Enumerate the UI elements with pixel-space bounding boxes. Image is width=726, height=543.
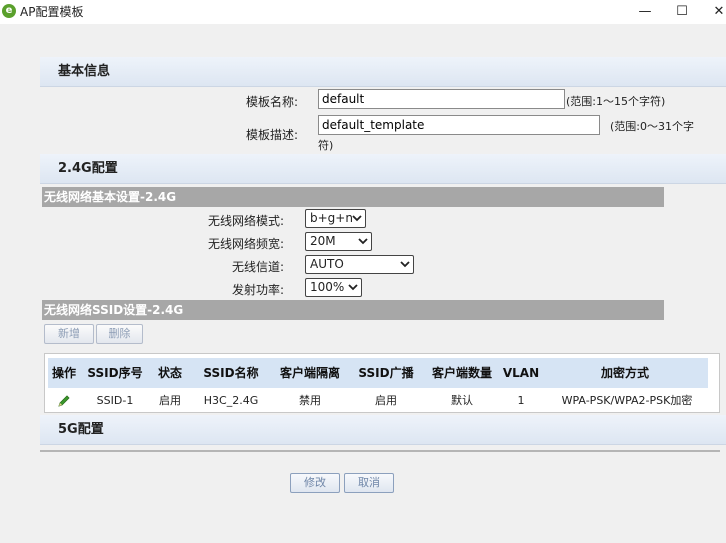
col-header-status: 状态 xyxy=(157,366,182,380)
cell-client-count: 默认 xyxy=(451,394,473,407)
cell-ssid-index: SSID-1 xyxy=(96,394,134,407)
channel-value: AUTO xyxy=(310,257,344,271)
ssid-table: 操作 SSID序号 状态 SSID名称 客户端隔离 SSID广播 客户端数量 V… xyxy=(44,353,720,413)
col-header-action: 操作 xyxy=(51,366,76,380)
cell-encryption: WPA-PSK/WPA2-PSK加密 xyxy=(561,394,693,407)
app-logo-icon: e xyxy=(2,4,16,18)
section-basic-info-heading: 基本信息 xyxy=(40,57,726,87)
cancel-button[interactable]: 取消 xyxy=(344,473,394,493)
channel-width-label: 无线网络频宽: xyxy=(207,237,284,251)
tx-power-label: 发射功率: xyxy=(231,283,284,297)
channel-width-value: 20M xyxy=(310,234,336,248)
chevron-down-icon xyxy=(400,261,410,268)
window-titlebar: e AP配置模板 — ☐ ✕ xyxy=(0,0,726,24)
template-desc-input[interactable] xyxy=(318,115,600,135)
pencil-icon xyxy=(58,395,70,407)
template-desc-label: 模板描述: xyxy=(245,128,298,142)
template-name-input[interactable] xyxy=(318,89,565,109)
tx-power-select[interactable]: 100% xyxy=(305,278,362,297)
maximize-button[interactable]: ☐ xyxy=(667,2,697,22)
close-button[interactable]: ✕ xyxy=(704,2,726,22)
ssid-settings-bar: 无线网络SSID设置-2.4G xyxy=(42,300,664,320)
wireless-mode-select[interactable]: b+g+n xyxy=(305,209,366,228)
chevron-down-icon xyxy=(348,284,358,291)
wireless-mode-value: b+g+n xyxy=(310,211,353,225)
delete-ssid-button[interactable]: 删除 xyxy=(96,324,143,344)
section-24g-heading: 2.4G配置 xyxy=(40,154,726,184)
template-desc-hint-line1: (范围:0～31个字 xyxy=(610,120,694,133)
template-desc-hint-line2: 符) xyxy=(318,139,334,152)
section-divider xyxy=(40,450,720,452)
section-5g-heading[interactable]: 5G配置 xyxy=(40,415,726,445)
chevron-down-icon xyxy=(352,215,362,222)
cell-vlan: 1 xyxy=(517,394,525,407)
dialog-content: 基本信息 模板名称: (范围:1～15个字符) 模板描述: (范围:0～31个字… xyxy=(0,24,726,543)
col-header-encryption: 加密方式 xyxy=(600,366,649,380)
col-header-ssid-name: SSID名称 xyxy=(203,366,259,380)
wireless-basic-settings-bar: 无线网络基本设置-2.4G xyxy=(42,187,664,207)
tx-power-value: 100% xyxy=(310,280,345,294)
edit-row-button[interactable] xyxy=(48,392,80,410)
channel-select[interactable]: AUTO xyxy=(305,255,414,274)
col-header-ssid-broadcast: SSID广播 xyxy=(358,366,414,380)
add-ssid-button[interactable]: 新增 xyxy=(44,324,94,344)
cell-ssid-name: H3C_2.4G xyxy=(203,394,259,407)
wireless-mode-label: 无线网络模式: xyxy=(207,214,284,228)
channel-width-select[interactable]: 20M xyxy=(305,232,372,251)
col-header-vlan: VLAN xyxy=(502,366,540,380)
cell-ssid-broadcast: 启用 xyxy=(375,394,397,407)
minimize-button[interactable]: — xyxy=(630,2,660,22)
template-name-label: 模板名称: xyxy=(245,95,298,109)
window-title: AP配置模板 xyxy=(20,5,84,19)
col-header-ssid-index: SSID序号 xyxy=(87,366,143,380)
channel-label: 无线信道: xyxy=(231,260,284,274)
template-name-hint: (范围:1～15个字符) xyxy=(566,95,666,108)
cell-status: 启用 xyxy=(159,394,181,407)
cell-client-isolation: 禁用 xyxy=(299,394,321,407)
modify-button[interactable]: 修改 xyxy=(290,473,340,493)
chevron-down-icon xyxy=(358,238,368,245)
col-header-client-isolation: 客户端隔离 xyxy=(279,366,340,380)
ssid-table-header: 操作 SSID序号 状态 SSID名称 客户端隔离 SSID广播 客户端数量 V… xyxy=(48,358,708,388)
col-header-client-count: 客户端数量 xyxy=(431,366,492,380)
